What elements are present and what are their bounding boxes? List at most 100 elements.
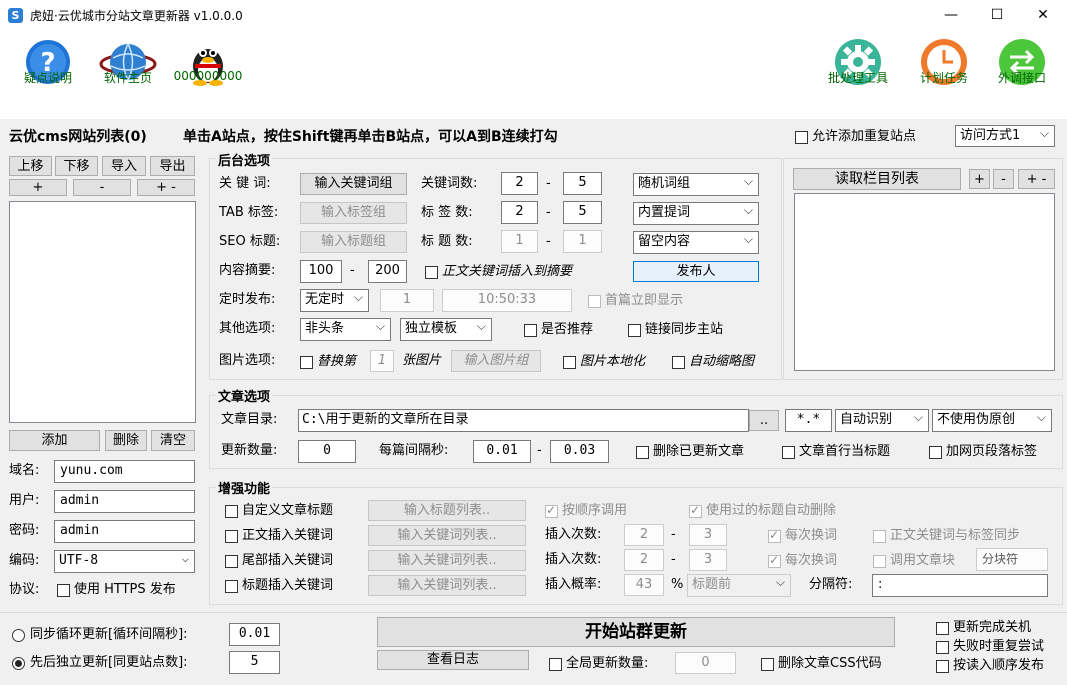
- separator-field[interactable]: :: [872, 574, 1048, 597]
- sync-loop-radio[interactable]: 同步循环更新[循环间隔秒]:: [12, 626, 188, 644]
- plan-tool-button[interactable]: 计划任务: [908, 0, 980, 118]
- columns-toggle-button[interactable]: + -: [1018, 169, 1055, 189]
- https-checkbox[interactable]: 使用 HTTPS 发布: [57, 581, 176, 599]
- homepage-tool-button[interactable]: 软件主页: [92, 0, 164, 118]
- start-update-button[interactable]: 开始站群更新: [377, 617, 895, 647]
- encoding-detect-select[interactable]: 自动识别: [835, 409, 929, 432]
- template-select[interactable]: 独立模板: [400, 318, 492, 341]
- tail-insert-max-field[interactable]: 3: [689, 549, 727, 571]
- keyword-mode-select[interactable]: 随机词组: [633, 173, 759, 196]
- allow-duplicate-checkbox[interactable]: 允许添加重复站点: [795, 128, 916, 146]
- add-site-small-button[interactable]: +: [9, 179, 67, 196]
- input-keywords-button[interactable]: 输入关键词组: [300, 173, 407, 195]
- replace-image-checkbox[interactable]: 替换第: [300, 353, 356, 371]
- export-button[interactable]: 导出: [150, 156, 195, 176]
- tag-mode-select[interactable]: 内置提词: [633, 202, 759, 225]
- auto-delete-used-title-checkbox[interactable]: 使用过的标题自动删除: [689, 501, 836, 520]
- qq-tool-button[interactable]: 000000000: [172, 0, 244, 118]
- input-titles-button[interactable]: 输入标题组: [300, 231, 407, 253]
- file-ext-field[interactable]: *.*: [785, 409, 832, 432]
- input-images-button[interactable]: 输入图片组: [451, 350, 541, 372]
- columns-list[interactable]: [794, 193, 1055, 371]
- username-field[interactable]: admin: [54, 490, 195, 513]
- move-up-button[interactable]: 上移: [9, 156, 52, 176]
- input-tags-button[interactable]: 输入标签组: [300, 202, 407, 224]
- interval-min-field[interactable]: 0.01: [473, 440, 531, 463]
- first-line-title-checkbox[interactable]: 文章首行当标题: [782, 443, 890, 461]
- view-log-button[interactable]: 查看日志: [377, 650, 529, 670]
- input-title-list-button[interactable]: 输入标题列表..: [368, 500, 526, 521]
- keyword-in-summary-checkbox[interactable]: 正文关键词插入到摘要: [425, 263, 572, 281]
- tail-keyword-list-button[interactable]: 输入关键词列表..: [368, 550, 526, 571]
- timed-count-field[interactable]: 1: [380, 289, 434, 312]
- pseudo-original-select[interactable]: 不使用伪原创: [932, 409, 1052, 432]
- title-min-field[interactable]: 1: [501, 230, 538, 253]
- auto-thumbnail-checkbox[interactable]: 自动缩略图: [672, 353, 754, 371]
- columns-add-button[interactable]: +: [969, 169, 990, 189]
- move-down-button[interactable]: 下移: [55, 156, 98, 176]
- insert-probability-field[interactable]: 43: [624, 574, 664, 596]
- sync-link-checkbox[interactable]: 链接同步主站: [628, 321, 723, 339]
- visit-mode-select[interactable]: 访问方式1: [955, 125, 1055, 147]
- help-tool-button[interactable]: ? 疑点说明: [12, 0, 84, 118]
- keyword-max-field[interactable]: 5: [563, 172, 602, 195]
- body-keyword-list-button[interactable]: 输入关键词列表..: [368, 525, 526, 546]
- batch-tool-button[interactable]: 批处理工具: [822, 0, 894, 118]
- import-button[interactable]: 导入: [102, 156, 146, 176]
- browse-dir-button[interactable]: ..: [749, 410, 779, 431]
- headline-select[interactable]: 非头条: [300, 318, 391, 341]
- insert-position-select[interactable]: 标题前: [687, 574, 791, 597]
- global-update-count-checkbox[interactable]: 全局更新数量:: [549, 655, 648, 673]
- read-order-checkbox[interactable]: 按读入顺序发布: [936, 657, 1044, 675]
- body-keyword-tag-sync-checkbox[interactable]: 正文关键词与标签同步: [873, 527, 1020, 545]
- body-insert-min-field[interactable]: 2: [624, 524, 664, 546]
- global-update-count-field[interactable]: 0: [675, 652, 736, 674]
- keyword-min-field[interactable]: 2: [501, 172, 538, 195]
- encoding-select[interactable]: UTF-8: [54, 550, 195, 573]
- custom-title-checkbox[interactable]: 自定义文章标题: [225, 502, 333, 520]
- tail-each-swap-checkbox[interactable]: 每次换词: [768, 551, 837, 570]
- block-separator-field[interactable]: 分块符: [976, 548, 1048, 571]
- interval-max-field[interactable]: 0.03: [550, 440, 609, 463]
- call-article-block-checkbox[interactable]: 调用文章块: [873, 552, 955, 570]
- loop-interval-field[interactable]: 0.01: [229, 623, 280, 646]
- delete-button[interactable]: 删除: [105, 430, 147, 451]
- columns-remove-button[interactable]: -: [993, 169, 1014, 189]
- title-mode-select[interactable]: 留空内容: [633, 231, 759, 254]
- shutdown-checkbox[interactable]: 更新完成关机: [936, 619, 1031, 637]
- title-keyword-list-button[interactable]: 输入关键词列表..: [368, 575, 526, 596]
- tail-insert-min-field[interactable]: 2: [624, 549, 664, 571]
- add-paragraph-tag-checkbox[interactable]: 加网页段落标签: [929, 443, 1037, 461]
- domain-field[interactable]: yunu.com: [54, 460, 195, 483]
- sequential-update-radio[interactable]: 先后独立更新[同更站点数]:: [12, 654, 188, 672]
- toggle-site-button[interactable]: + -: [137, 179, 195, 196]
- update-count-field[interactable]: 0: [298, 440, 356, 463]
- title-keyword-checkbox[interactable]: 标题插入关键词: [225, 577, 333, 595]
- image-localize-checkbox[interactable]: 图片本地化: [563, 353, 645, 371]
- add-button[interactable]: 添加: [9, 430, 100, 451]
- first-show-checkbox[interactable]: 首篇立即显示: [588, 292, 683, 310]
- timed-time-field[interactable]: 10:50:33: [442, 289, 572, 312]
- timed-publish-select[interactable]: 无定时: [300, 289, 369, 312]
- delete-updated-checkbox[interactable]: 删除已更新文章: [636, 443, 744, 461]
- site-count-field[interactable]: 5: [229, 651, 280, 674]
- delete-css-checkbox[interactable]: 删除文章CSS代码: [761, 655, 882, 673]
- tail-keyword-checkbox[interactable]: 尾部插入关键词: [225, 552, 333, 570]
- publisher-button[interactable]: 发布人: [633, 261, 759, 282]
- tag-max-field[interactable]: 5: [563, 201, 602, 224]
- sequential-call-checkbox[interactable]: 按顺序调用: [545, 501, 627, 520]
- retry-checkbox[interactable]: 失败时重复尝试: [936, 638, 1044, 656]
- body-each-swap-checkbox[interactable]: 每次换词: [768, 526, 837, 545]
- remove-site-small-button[interactable]: -: [73, 179, 131, 196]
- site-list[interactable]: [9, 201, 196, 423]
- clear-button[interactable]: 清空: [151, 430, 195, 451]
- password-field[interactable]: admin: [54, 520, 195, 543]
- summary-max-field[interactable]: 200: [368, 260, 407, 283]
- read-columns-button[interactable]: 读取栏目列表: [793, 168, 961, 190]
- body-insert-max-field[interactable]: 3: [689, 524, 727, 546]
- summary-min-field[interactable]: 100: [300, 260, 342, 283]
- replace-count-field[interactable]: 1: [370, 350, 394, 372]
- external-tool-button[interactable]: 外调接口: [986, 0, 1058, 118]
- title-max-field[interactable]: 1: [563, 230, 602, 253]
- tag-min-field[interactable]: 2: [501, 201, 538, 224]
